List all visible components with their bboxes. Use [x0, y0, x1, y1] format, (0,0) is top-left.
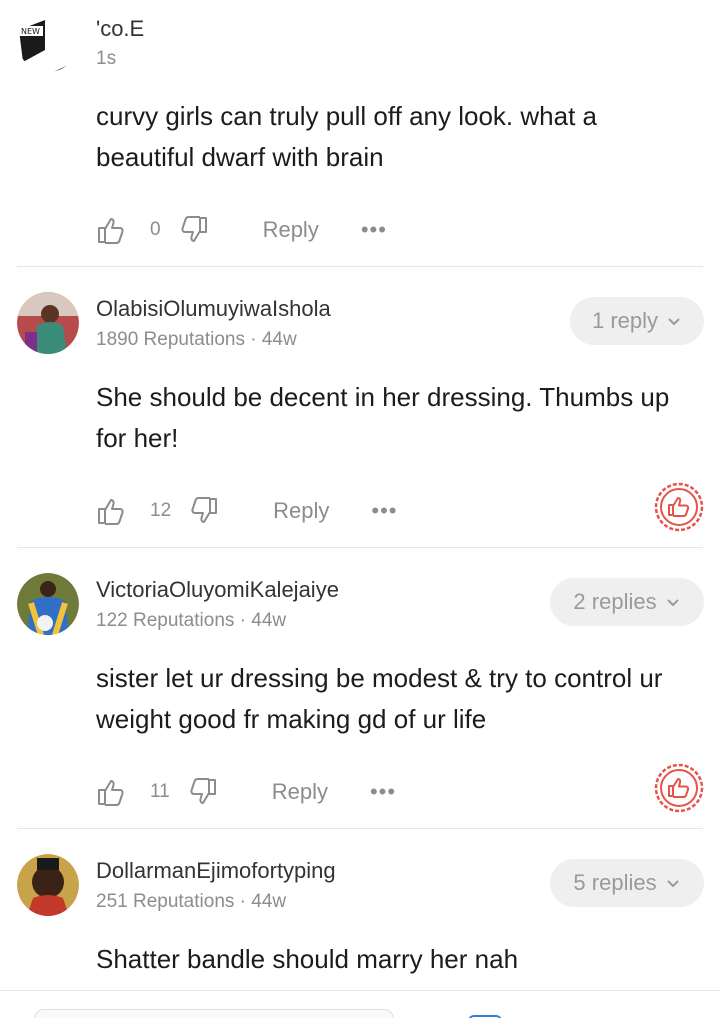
- comment-text: Shatter bandle should marry her nah: [96, 944, 519, 974]
- comment-actions: 0 Reply •••: [96, 210, 387, 250]
- like-count: 0: [150, 219, 161, 240]
- comment-text: curvy girls can truly pull off any look.…: [96, 101, 597, 172]
- replies-pill[interactable]: 5 replies: [550, 859, 704, 907]
- comment-meta: 1s: [96, 48, 117, 69]
- comment-actions: 12 Reply •••: [96, 491, 398, 531]
- username[interactable]: VictoriaOluyomiKalejaiye: [96, 577, 339, 603]
- comment-text: sister let ur dressing be modest & try t…: [96, 663, 663, 734]
- avatar[interactable]: [17, 854, 79, 916]
- reply-button[interactable]: Reply: [263, 217, 319, 243]
- replies-pill[interactable]: 2 replies: [550, 578, 704, 626]
- like-button[interactable]: [96, 215, 126, 245]
- thumbs-up-outline-icon: [98, 780, 124, 806]
- comment-input-bar: [0, 990, 720, 1018]
- comment-meta: 1890 Reputations · 44w: [96, 329, 297, 350]
- like-count: 12: [150, 500, 172, 521]
- username[interactable]: ʹco.E: [96, 16, 144, 42]
- thumbs-up-outline-icon: [98, 499, 124, 525]
- divider: [17, 547, 703, 548]
- username[interactable]: DollarmanEjimofortyping: [96, 858, 336, 884]
- comment-input[interactable]: [34, 1009, 394, 1018]
- more-options-button[interactable]: •••: [370, 779, 396, 805]
- chevron-down-icon: [666, 880, 679, 888]
- reply-button[interactable]: Reply: [272, 779, 328, 805]
- replies-label: 2 replies: [573, 589, 657, 614]
- avatar[interactable]: [17, 292, 79, 354]
- chevron-down-icon: [668, 318, 680, 326]
- like-button[interactable]: [96, 777, 126, 807]
- comment-actions: 11 Reply •••: [96, 772, 396, 812]
- more-options-button[interactable]: •••: [371, 498, 397, 524]
- svg-text:NEW: NEW: [21, 27, 40, 36]
- like-count: 11: [150, 781, 170, 802]
- username[interactable]: OlabisiOlumuyiwaIshola: [96, 296, 331, 322]
- like-button[interactable]: [96, 496, 126, 526]
- comment-meta: 122 Reputations · 44w: [96, 610, 287, 631]
- chevron-down-icon: [666, 599, 679, 607]
- comment-text: She should be decent in her dressing. Th…: [96, 382, 670, 453]
- thumbs-down-outline-icon: [190, 778, 216, 804]
- avatar[interactable]: NEW: [17, 10, 79, 72]
- replies-label: 1 reply: [591, 308, 659, 333]
- replies-pill[interactable]: 1 reply: [570, 297, 704, 345]
- thumbs-up-outline-icon: [98, 218, 124, 244]
- hot-comment-thumb-badge-icon: [654, 482, 704, 532]
- dislike-button[interactable]: [179, 215, 209, 245]
- comment-meta: 251 Reputations · 44w: [96, 891, 287, 912]
- thumbs-down-outline-icon: [191, 497, 218, 523]
- divider: [17, 828, 703, 829]
- thumbs-down-outline-icon: [180, 216, 207, 242]
- dislike-button[interactable]: [189, 496, 219, 526]
- hot-comment-thumb-badge-icon: [654, 763, 704, 813]
- more-options-button[interactable]: •••: [361, 217, 387, 243]
- replies-label: 5 replies: [573, 870, 657, 895]
- reply-button[interactable]: Reply: [273, 498, 329, 524]
- dislike-button[interactable]: [188, 777, 218, 807]
- avatar[interactable]: [17, 573, 79, 635]
- divider: [17, 266, 703, 267]
